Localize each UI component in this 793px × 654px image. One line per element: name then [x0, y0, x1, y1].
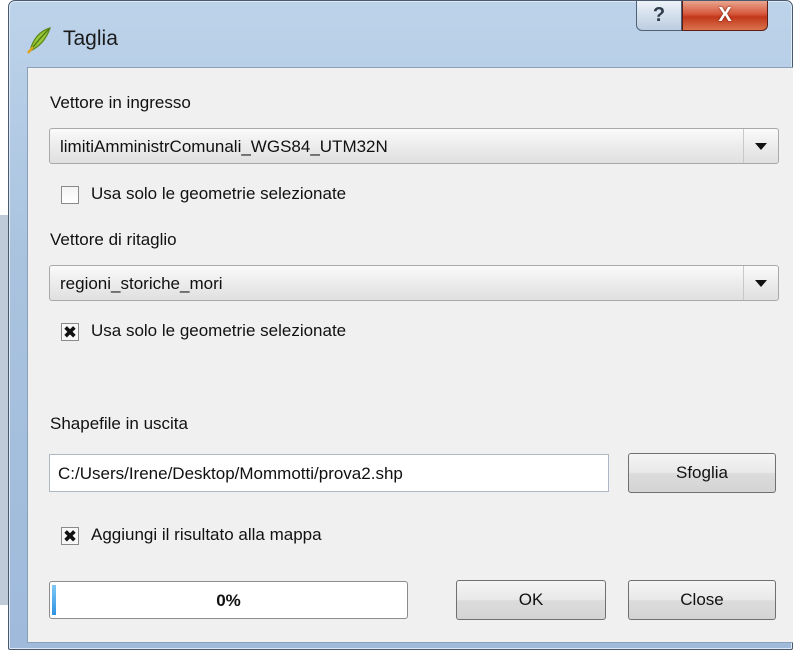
output-shapefile-label: Shapefile in uscita [50, 414, 188, 433]
browse-button[interactable]: Sfoglia [628, 453, 776, 493]
window-title: Taglia [63, 27, 118, 50]
qgis-leaf-icon [27, 27, 51, 54]
input-layer-label: Vettore in ingresso [50, 93, 191, 112]
clip-layer-label: Vettore di ritaglio [50, 230, 177, 249]
clip-dialog-window: Taglia ? X Vettore in ingresso limitiAmm… [8, 0, 793, 650]
input-layer-combo[interactable]: limitiAmministrComunali_WGS84_UTM32N [49, 128, 779, 164]
add-to-map-label: Aggiungi il risultato alla mappa [91, 525, 322, 544]
chevron-down-icon[interactable] [743, 266, 778, 300]
clip-selected-only-label: Usa solo le geometrie selezionate [91, 321, 347, 340]
clip-layer-value: regioni_storiche_mori [60, 274, 223, 293]
progress-bar: 0% [49, 581, 408, 619]
ok-button[interactable]: OK [456, 580, 606, 620]
window-close-button[interactable]: X [682, 1, 768, 31]
close-button[interactable]: Close [628, 580, 776, 620]
help-button[interactable]: ? [636, 1, 682, 31]
dialog-body: Vettore in ingresso limitiAmministrComun… [27, 67, 793, 643]
input-selected-only-checkbox[interactable] [61, 186, 79, 204]
output-path-input[interactable]: C:/Users/Irene/Desktop/Mommotti/prova2.s… [49, 454, 609, 492]
clip-layer-combo[interactable]: regioni_storiche_mori [49, 265, 779, 301]
input-selected-only-label: Usa solo le geometrie selezionate [91, 184, 347, 203]
chevron-down-icon[interactable] [743, 129, 778, 163]
add-to-map-checkbox[interactable]: ✖ [61, 527, 79, 545]
clip-selected-only-checkbox[interactable]: ✖ [61, 323, 79, 341]
title-bar[interactable]: Taglia ? X [9, 1, 792, 67]
progress-percent: 0% [216, 591, 241, 610]
input-layer-value: limitiAmministrComunali_WGS84_UTM32N [60, 137, 388, 156]
output-path-value: C:/Users/Irene/Desktop/Mommotti/prova2.s… [58, 464, 403, 483]
background-window-edge [0, 215, 8, 605]
